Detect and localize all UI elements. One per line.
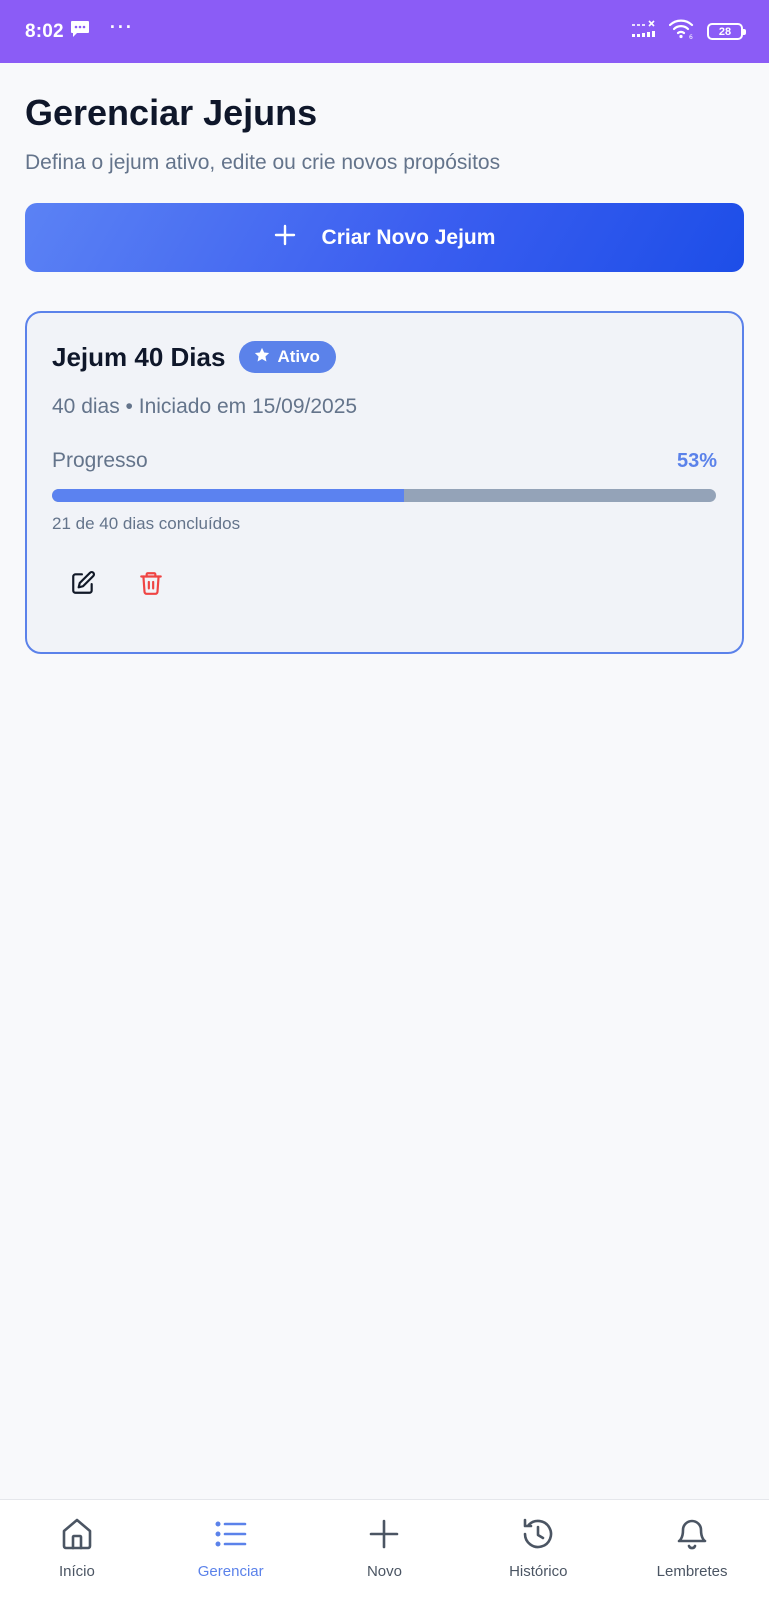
nav-item-gerenciar[interactable]: Gerenciar bbox=[166, 1516, 296, 1580]
nav-item-lembretes[interactable]: Lembretes bbox=[627, 1516, 757, 1580]
nav-item-inicio[interactable]: Início bbox=[12, 1516, 142, 1580]
message-icon bbox=[70, 20, 90, 43]
nav-label-lembretes: Lembretes bbox=[656, 1563, 728, 1580]
status-time: 8:02 bbox=[25, 20, 64, 42]
app-screen: 8:02 ··· 6 28 Gerenciar Jejuns Defina o … bbox=[0, 0, 769, 1600]
active-badge-label: Ativo bbox=[277, 347, 320, 366]
active-badge: Ativo bbox=[239, 341, 336, 373]
progress-row: Progresso 53% bbox=[52, 449, 717, 473]
list-icon bbox=[213, 1516, 249, 1557]
trash-icon[interactable] bbox=[136, 568, 166, 598]
page-subtitle: Defina o jejum ativo, edite ou crie novo… bbox=[25, 151, 501, 174]
page-title: Gerenciar Jejuns bbox=[25, 92, 318, 133]
status-overflow: ··· bbox=[109, 17, 134, 37]
plus-icon bbox=[366, 1516, 402, 1557]
create-fast-button[interactable]: Criar Novo Jejum bbox=[25, 203, 744, 272]
progress-percent: 53% bbox=[676, 449, 717, 472]
signal-icon bbox=[631, 20, 657, 43]
star-icon bbox=[253, 346, 271, 369]
fast-meta: 40 dias • Iniciado em 15/09/2025 bbox=[52, 395, 358, 418]
main-content: Gerenciar Jejuns Defina o jejum ativo, e… bbox=[25, 63, 744, 654]
bell-icon bbox=[674, 1516, 710, 1557]
nav-label-novo: Novo bbox=[366, 1563, 402, 1580]
status-left: 8:02 ··· bbox=[25, 17, 134, 43]
nav-label-historico: Histórico bbox=[509, 1563, 568, 1580]
battery-icon: 28 bbox=[707, 23, 746, 40]
wifi-icon: 6 bbox=[668, 19, 695, 44]
bottom-nav: Início Gerenciar Novo Histórico Lembrete… bbox=[0, 1499, 769, 1600]
fast-actions bbox=[52, 568, 717, 598]
create-fast-label: Criar Novo Jejum bbox=[321, 225, 496, 249]
fast-title: Jejum 40 Dias bbox=[52, 341, 226, 372]
nav-item-novo[interactable]: Novo bbox=[319, 1516, 449, 1580]
progress-bar bbox=[52, 489, 716, 502]
status-bar: 8:02 ··· 6 28 bbox=[0, 0, 769, 63]
progress-label: Progresso bbox=[52, 449, 148, 472]
history-icon bbox=[520, 1516, 556, 1557]
progress-bar-fill bbox=[52, 489, 404, 502]
home-icon bbox=[59, 1516, 95, 1557]
svg-text:6: 6 bbox=[689, 34, 693, 39]
fast-card[interactable]: Jejum 40 Dias Ativo 40 dias • Iniciado e… bbox=[25, 311, 744, 654]
nav-label-gerenciar: Gerenciar bbox=[197, 1563, 264, 1580]
status-right: 6 28 bbox=[631, 19, 746, 44]
nav-item-historico[interactable]: Histórico bbox=[473, 1516, 603, 1580]
plus-icon bbox=[274, 222, 296, 252]
fast-card-header: Jejum 40 Dias Ativo bbox=[52, 341, 717, 373]
edit-icon[interactable] bbox=[68, 568, 98, 598]
progress-caption: 21 de 40 dias concluídos bbox=[52, 514, 241, 533]
nav-label-inicio: Início bbox=[58, 1563, 95, 1580]
